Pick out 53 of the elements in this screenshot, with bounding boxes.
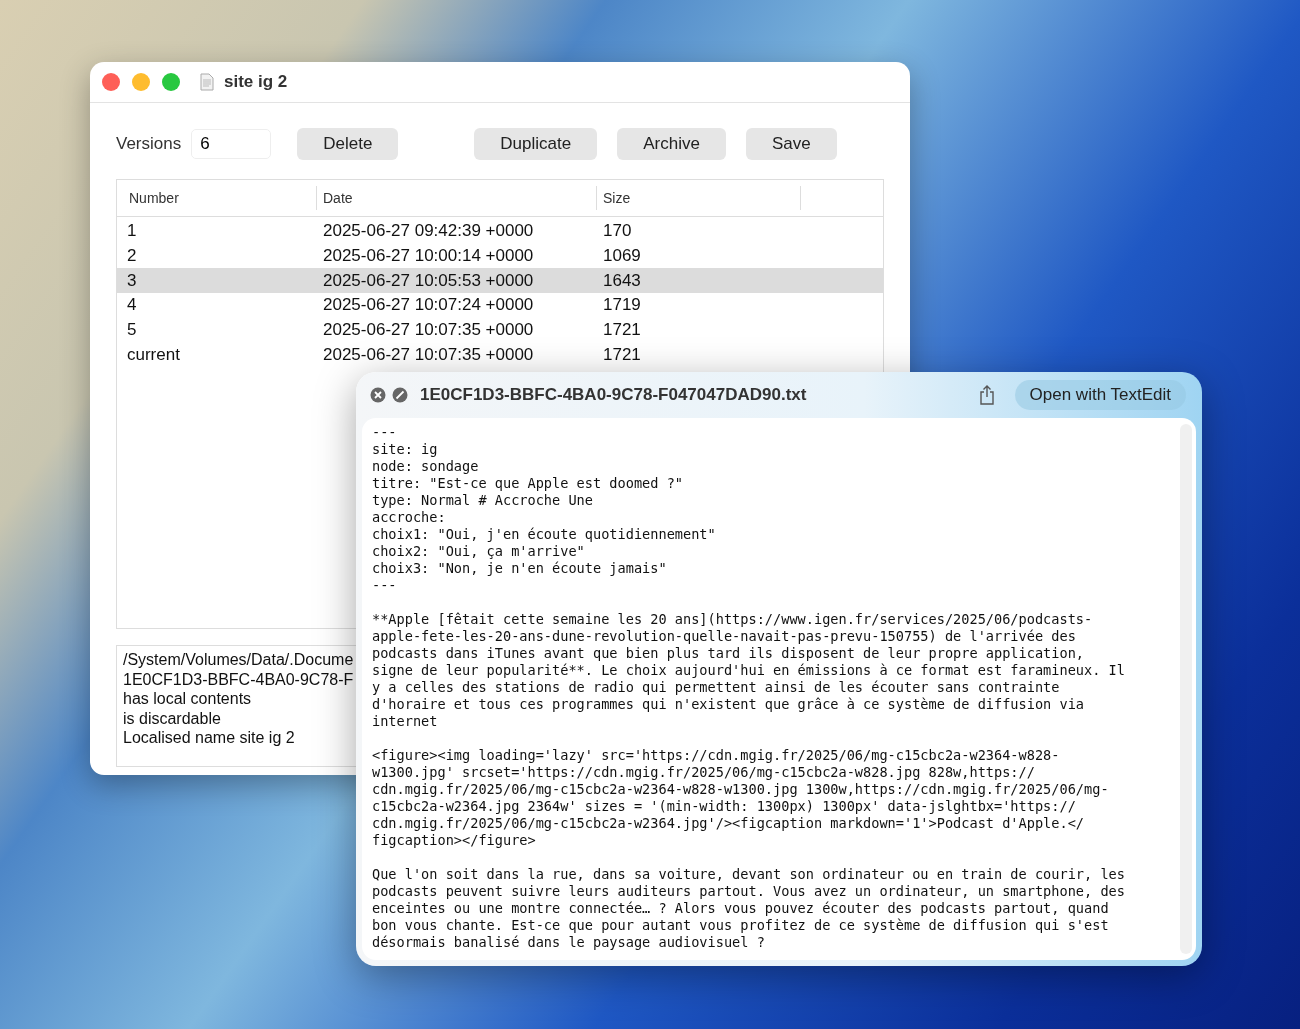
- text-paragraph: Que l'on soit dans la rue, dans sa voiture, devant son ordinateur ou en train de courir, les podcasts peuvent suivre leurs auditeurs partout. Vous avez un ordinateur, un smartphone, des enceintes ou une montre connectée… ? Alors vous pouvez écouter des podcasts partout, quand bon vous chante. Est-ce que pour autant vous profitez de ce système de diffusion qui s'est désormais banalisé dans le paysage audiovisuel ?: [372, 866, 1126, 951]
- toolbar-button[interactable]: Save: [745, 128, 837, 160]
- table-cell-text: 2025-06-27 10:07:24 +0000: [322, 295, 535, 316]
- table-cell-text: 170: [602, 221, 633, 242]
- info-text: is discardable: [123, 708, 221, 728]
- toolbar-button[interactable]: Archive: [617, 128, 726, 160]
- text-paragraph: --- site: ig node: sondage titre: "Est-ce que Apple est doomed ?" type: Normal # Accroche Une accroche: choix1: "Oui, j'en écoute quotidiennement" choix2: "Oui, ça m'arrive" choix3: "Non, je n'en écoute jamais" ---: [372, 424, 717, 594]
- preview-title: 1E0CF1D3-BBFC-4BA0-9C78-F047047DAD90.txt: [420, 385, 808, 405]
- table-row[interactable]: 2 2025-06-27 10:00:14 +0000 1069: [117, 243, 883, 269]
- info-text: has local contents: [123, 689, 252, 709]
- close-button[interactable]: [102, 73, 120, 91]
- toolbar-button[interactable]: Duplicate: [474, 128, 598, 160]
- table-cell-text: 2025-06-27 10:07:35 +0000: [322, 320, 535, 341]
- share-icon[interactable]: [978, 385, 995, 405]
- scrollbar[interactable]: [1180, 424, 1192, 954]
- close-icon[interactable]: [370, 387, 386, 403]
- table-row[interactable]: 1 2025-06-27 09:42:39 +0000 170: [117, 219, 883, 244]
- zoom-button[interactable]: [162, 73, 180, 91]
- table-cell-text: 2025-06-27 10:07:35 +0000: [322, 344, 535, 365]
- table-cell-text: 2025-06-27 10:05:53 +0000: [322, 270, 535, 291]
- column-header[interactable]: Size: [597, 186, 801, 210]
- versions-label: Versions: [116, 134, 182, 154]
- cancel-icon[interactable]: [392, 387, 408, 403]
- table-cell-text: 1: [126, 221, 138, 242]
- column-header[interactable]: Date: [317, 186, 597, 210]
- table-row[interactable]: 5 2025-06-27 10:07:35 +0000 1721: [117, 317, 883, 343]
- table-cell-text: 3: [126, 270, 138, 291]
- table-cell-text: 1069: [602, 246, 642, 267]
- table-cell-text: 1721: [602, 344, 642, 365]
- table-row[interactable]: current 2025-06-27 10:07:35 +0000 1721: [117, 342, 883, 368]
- info-text: 1E0CF1D3-BBFC-4BA0-9C78-F: [123, 669, 354, 689]
- document-icon: [200, 73, 214, 91]
- versions-field[interactable]: 6: [191, 129, 272, 159]
- table-cell-text: current: [126, 344, 181, 365]
- table-row[interactable]: 4 2025-06-27 10:07:24 +0000 1719: [117, 293, 883, 318]
- open-with-button[interactable]: Open with TextEdit: [1014, 380, 1186, 410]
- info-text: Localised name site ig 2: [123, 728, 295, 748]
- table-cell-text: 2025-06-27 09:42:39 +0000: [322, 221, 535, 242]
- table-cell-text: 1643: [602, 270, 642, 291]
- table-cell-text: 1719: [602, 295, 642, 316]
- table-cell-text: 2: [126, 246, 138, 267]
- table-cell-text: 5: [126, 320, 138, 341]
- info-text: /System/Volumes/Data/.Docume: [123, 650, 354, 670]
- table-cell-text: 4: [126, 295, 138, 316]
- toolbar-button[interactable]: Delete: [297, 128, 399, 160]
- minimize-button[interactable]: [132, 73, 150, 91]
- window-title: site ig 2: [224, 72, 288, 92]
- table-row[interactable]: 3 2025-06-27 10:05:53 +0000 1643: [117, 268, 883, 294]
- table-cell-text: 1721: [602, 320, 642, 341]
- text-paragraph: <figure><img loading='lazy' src='https://cdn.mgig.fr/2025/06/mg-c15cbc2a-w2364-w828- w1300.jpg' srcset='https://cdn.mgig.fr/2025/06/mg-c15cbc2a-w828.jpg 828w,https:// cdn.mgig.fr/2025/06/mg-c15cbc2a-w2364-w828-w1300.jpg 1300w,https://cdn.mgig.fr/2025/06/mg- c15cbc2a-w2364.jpg 2364w' sizes = '(min-width: 1300px) 1300px' data-jslghtbx='https:// cdn.mgig.fr/2025/06/mg-c15cbc2a-w2364.jpg'/><figcaption markdown='1'>Podcast d'Apple.</ figcaption></figure>: [372, 747, 1110, 849]
- text-paragraph: **Apple [fêtait cette semaine les 20 ans](https://www.igen.fr/services/2025/06/podcasts- apple-fete-les-20-ans-dune-revolution-quelle-navait-pas-prevu-150755) de l'arrivée des podcasts dans iTunes avant que bien plus tard ils disposent de leur propre application, signe de leur popularité**. Le choix aujourd'hui en émissions à ce format est faramineux. Il y a celles des stations de radio qui permettent ainsi de les écouter sans contrainte d'horaire et tous ces programmes qui n'existent que grâce à ce système de diffusion via internet: [372, 611, 1126, 730]
- column-header[interactable]: Number: [117, 186, 317, 210]
- table-cell-text: 2025-06-27 10:00:14 +0000: [322, 246, 535, 267]
